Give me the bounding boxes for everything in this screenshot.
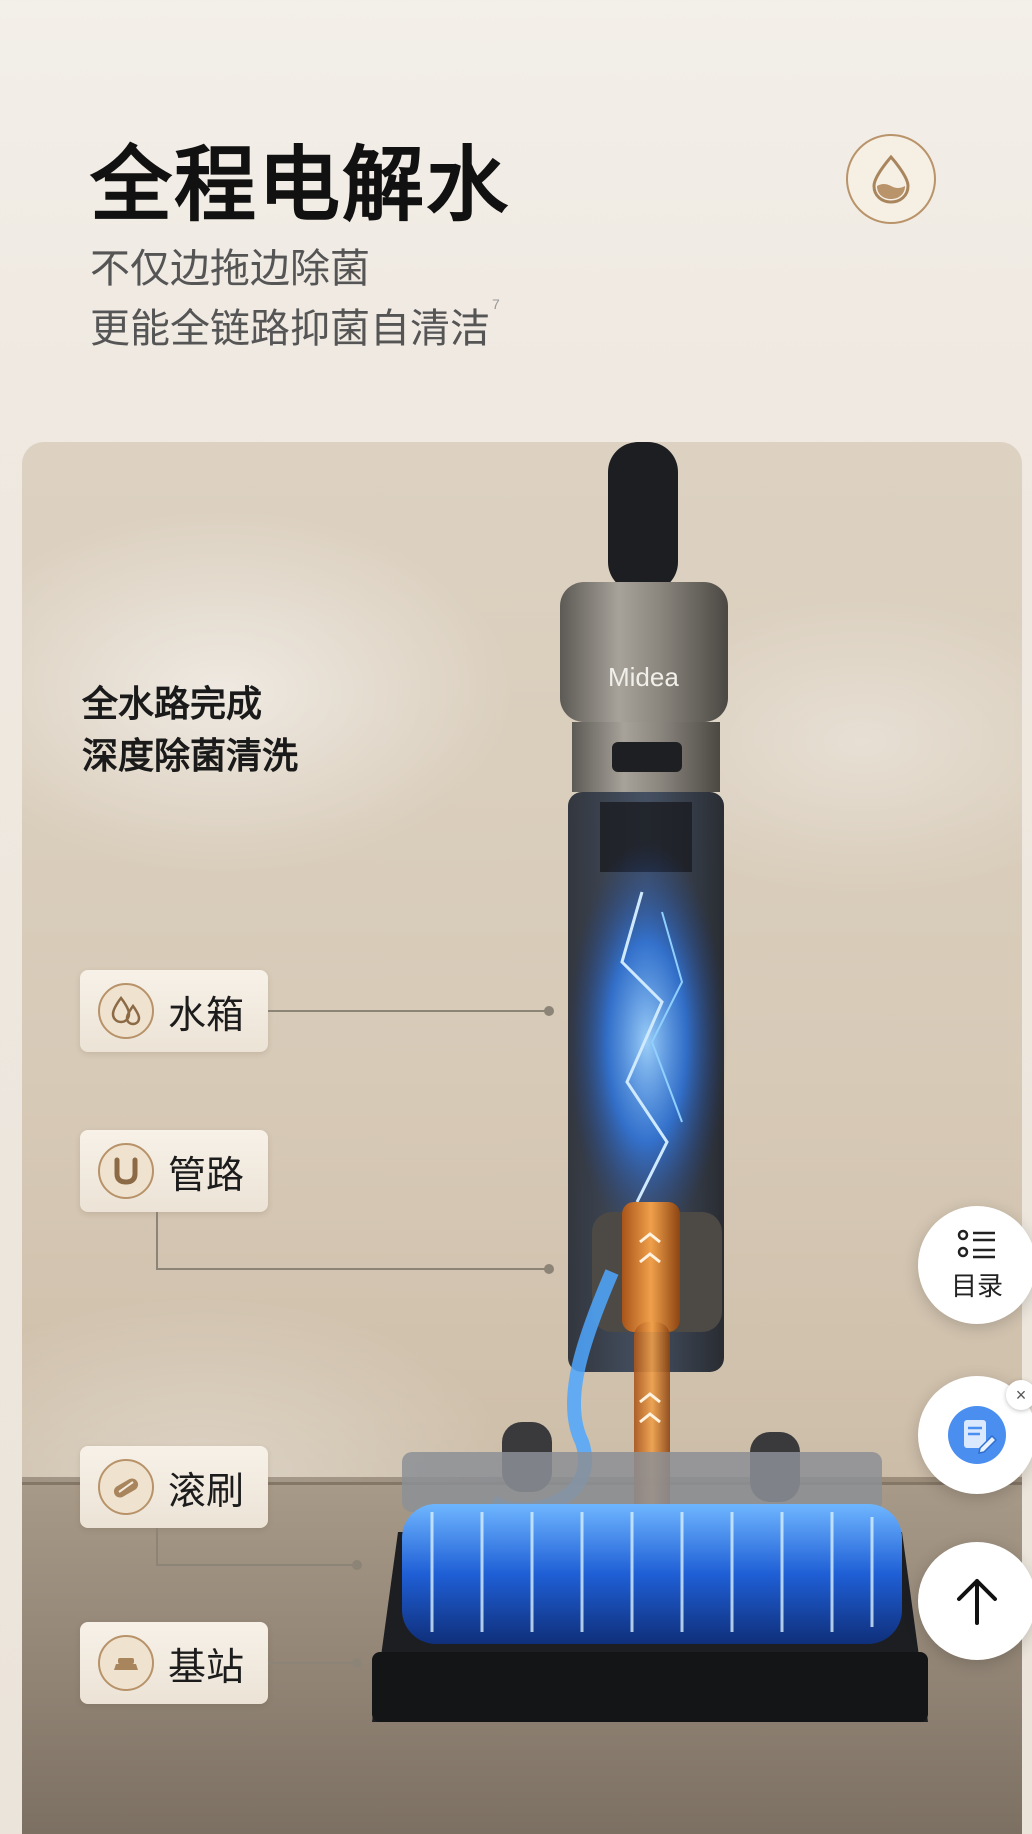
leader-line [156, 1564, 356, 1566]
water-drops-icon [98, 983, 154, 1039]
tag-roller-brush: 滚刷 [80, 1446, 268, 1528]
leader-line [156, 1528, 158, 1564]
leader-dot [352, 1658, 362, 1668]
list-icon [957, 1229, 995, 1258]
table-of-contents-button[interactable]: 目录 [918, 1206, 1032, 1324]
leader-line [268, 1010, 548, 1012]
callout-line-1: 全水路完成 [82, 683, 263, 724]
tag-label: 基站 [168, 1646, 245, 1689]
tag-label: 水箱 [168, 994, 245, 1037]
back-to-top-button[interactable] [918, 1542, 1032, 1660]
note-edit-icon [948, 1406, 1006, 1464]
roller-brush-icon [98, 1459, 154, 1515]
tag-label: 滚刷 [168, 1470, 245, 1513]
water-drop-icon [846, 134, 936, 224]
tag-water-tank: 水箱 [80, 970, 268, 1052]
pipe-icon [98, 1143, 154, 1199]
leader-dot [544, 1264, 554, 1274]
tag-pipeline: 管路 [80, 1130, 268, 1212]
page-title: 全程电解水 [90, 140, 511, 231]
callout-line-2: 深度除菌清洗 [82, 735, 299, 776]
subtitle-line-2: 更能全链路抑菌自清洁7 [90, 296, 500, 354]
leader-line [156, 1268, 548, 1270]
toc-label: 目录 [950, 1270, 1003, 1301]
brand-logo: Midea [608, 662, 679, 692]
leader-dot [544, 1006, 554, 1016]
subtitle-line-2-text: 更能全链路抑菌自清洁 [90, 307, 490, 351]
tag-label: 管路 [168, 1154, 245, 1197]
callout-text: 全水路完成 深度除菌清洗 [82, 678, 298, 782]
subtitle-line-1: 不仅边拖边除菌 [90, 247, 370, 291]
leader-line [268, 1662, 356, 1664]
base-station-icon [98, 1635, 154, 1691]
leader-dot [352, 1560, 362, 1570]
leader-line [156, 1212, 158, 1268]
product-panel: Midea 全水路完成 深度除菌清洗 水箱 管路 滚刷 基站 [22, 442, 1022, 1834]
footnote-marker: 7 [492, 296, 500, 312]
page-header: 全程电解水 不仅边拖边除菌 更能全链路抑菌自清洁7 [0, 0, 1032, 440]
close-icon[interactable]: × [1006, 1380, 1032, 1410]
tag-base-station: 基站 [80, 1622, 268, 1704]
arrow-up-icon [957, 1579, 997, 1625]
